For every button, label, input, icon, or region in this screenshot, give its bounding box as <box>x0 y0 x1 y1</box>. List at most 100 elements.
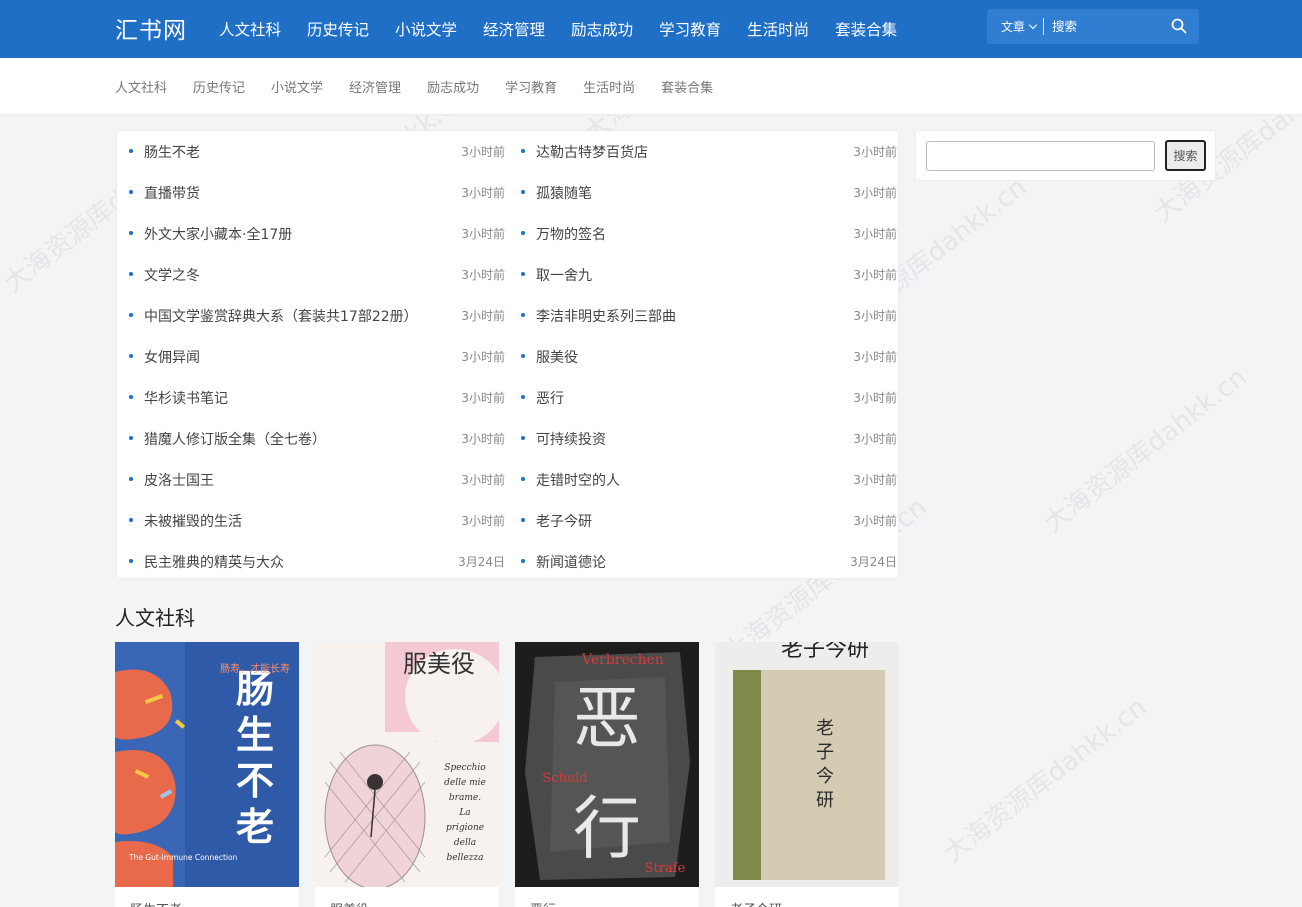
search-icon[interactable] <box>1171 18 1187 34</box>
watermark: 大海资源库dahkk.cn <box>938 692 1153 869</box>
item-title: 新闻道德论 <box>536 554 606 571</box>
subnav-item[interactable]: 学习教育 <box>505 77 557 96</box>
list-item[interactable]: 女佣异闻 3小时前 <box>129 336 505 377</box>
subnav-item[interactable]: 生活时尚 <box>583 77 635 96</box>
item-title: 取一舍九 <box>536 267 592 284</box>
item-time: 3小时前 <box>853 227 897 241</box>
svg-text:老: 老 <box>816 718 834 739</box>
svg-text:La: La <box>458 808 470 818</box>
item-title: 服美役 <box>536 349 578 366</box>
item-time: 3小时前 <box>461 350 505 364</box>
subnav-item[interactable]: 套装合集 <box>661 77 713 96</box>
nav-item[interactable]: 历史传记 <box>307 18 369 40</box>
svg-text:子: 子 <box>816 742 834 763</box>
item-title: 民主雅典的精英与大众 <box>144 554 284 571</box>
watermark: 大海资源库dahkk.cn <box>1038 362 1253 539</box>
list-item[interactable]: 外文大家小藏本·全17册 3小时前 <box>129 213 505 254</box>
nav-item[interactable]: 经济管理 <box>483 18 545 40</box>
list-item[interactable]: 肠生不老 3小时前 <box>129 131 505 172</box>
bullet-icon <box>129 148 133 153</box>
bullet-icon <box>521 476 525 481</box>
bullet-icon <box>129 476 133 481</box>
cover-subtitle: Verbrechen <box>581 652 664 668</box>
list-item[interactable]: 中国文学鉴赏辞典大系（套装共17部22册） 3小时前 <box>129 295 505 336</box>
list-item[interactable]: 走错时空的人 3小时前 <box>521 459 897 500</box>
item-title: 可持续投资 <box>536 431 606 448</box>
list-item[interactable]: 恶行 3小时前 <box>521 377 897 418</box>
latest-list-right: 达勒古特梦百货店 3小时前 孤猿随笔 3小时前 万物的签名 3小时前 取一舍九 3小时前… <box>521 131 897 582</box>
item-time: 3月24日 <box>458 555 505 569</box>
item-time: 3小时前 <box>853 432 897 446</box>
site-logo[interactable]: 汇书网 <box>115 11 187 45</box>
item-time: 3小时前 <box>853 514 897 528</box>
book-cover-image: 肠生不老 肠寿，才能长寿 The Gut-Immune Connection <box>115 642 299 887</box>
svg-text:研: 研 <box>816 790 834 811</box>
subnav-item[interactable]: 励志成功 <box>427 77 479 96</box>
list-item[interactable]: 新闻道德论 3月24日 <box>521 541 897 582</box>
subnav-item[interactable]: 历史传记 <box>193 77 245 96</box>
book-cover-card[interactable]: 服美役 Specchio delle mie brame. La prigion… <box>315 642 499 887</box>
list-item[interactable]: 取一舍九 3小时前 <box>521 254 897 295</box>
bullet-icon <box>129 558 133 563</box>
svg-text:Strafe: Strafe <box>645 861 686 876</box>
item-time: 3小时前 <box>853 309 897 323</box>
svg-text:bellezza: bellezza <box>446 853 483 863</box>
item-time: 3小时前 <box>853 186 897 200</box>
svg-text:Schuld: Schuld <box>542 771 587 786</box>
nav-item[interactable]: 套装合集 <box>835 18 897 40</box>
sidebar-search-button[interactable]: 搜索 <box>1165 140 1206 171</box>
book-cover-card[interactable]: 恶 行 Verbrechen Schuld Strafe <box>515 642 699 887</box>
search-input[interactable] <box>1044 19 1155 34</box>
list-item[interactable]: 直播带货 3小时前 <box>129 172 505 213</box>
subnav-item[interactable]: 小说文学 <box>271 77 323 96</box>
list-item[interactable]: 老子今研 3小时前 <box>521 500 897 541</box>
subnav-item[interactable]: 人文社科 <box>115 77 167 96</box>
item-time: 3小时前 <box>853 268 897 282</box>
item-time: 3小时前 <box>853 145 897 159</box>
book-name[interactable]: 肠生不老 <box>130 899 182 907</box>
sub-navbar: 人文社科 历史传记 小说文学 经济管理 励志成功 学习教育 生活时尚 套装合集 <box>0 58 1302 115</box>
nav-item[interactable]: 生活时尚 <box>747 18 809 40</box>
list-item[interactable]: 华杉读书笔记 3小时前 <box>129 377 505 418</box>
item-title: 肠生不老 <box>144 144 200 161</box>
item-title: 中国文学鉴赏辞典大系（套装共17部22册） <box>144 308 418 325</box>
book-name[interactable]: 恶行 <box>530 899 556 907</box>
nav-item[interactable]: 励志成功 <box>571 18 633 40</box>
list-item[interactable]: 未被摧毁的生活 3小时前 <box>129 500 505 541</box>
item-time: 3小时前 <box>853 350 897 364</box>
search-type-label: 文章 <box>1001 20 1026 34</box>
list-item[interactable]: 服美役 3小时前 <box>521 336 897 377</box>
svg-text:Specchio: Specchio <box>444 763 486 773</box>
book-name[interactable]: 老子今研 <box>730 899 782 907</box>
item-title: 达勒古特梦百货店 <box>536 144 648 161</box>
item-time: 3小时前 <box>461 145 505 159</box>
book-cover-image: 老子今研 老 子 今 研 <box>715 642 899 887</box>
bullet-icon <box>129 189 133 194</box>
bullet-icon <box>521 394 525 399</box>
item-title: 文学之冬 <box>144 267 200 284</box>
list-item[interactable]: 皮洛士国王 3小时前 <box>129 459 505 500</box>
bullet-icon <box>129 394 133 399</box>
list-item[interactable]: 李洁非明史系列三部曲 3小时前 <box>521 295 897 336</box>
list-item[interactable]: 猎魔人修订版全集（全七卷） 3小时前 <box>129 418 505 459</box>
book-cover-card[interactable]: 肠生不老 肠寿，才能长寿 The Gut-Immune Connection <box>115 642 299 887</box>
bullet-icon <box>129 435 133 440</box>
book-name[interactable]: 服美役 <box>330 899 369 907</box>
nav-item[interactable]: 小说文学 <box>395 18 457 40</box>
cover-title: 服美役 <box>403 650 475 678</box>
list-item[interactable]: 达勒古特梦百货店 3小时前 <box>521 131 897 172</box>
item-title: 皮洛士国王 <box>144 472 214 489</box>
search-type-select[interactable]: 文章 <box>987 18 1038 35</box>
cover-title: 老子今研 <box>781 642 869 662</box>
subnav-item[interactable]: 经济管理 <box>349 77 401 96</box>
list-item[interactable]: 可持续投资 3小时前 <box>521 418 897 459</box>
list-item[interactable]: 民主雅典的精英与大众 3月24日 <box>129 541 505 582</box>
list-item[interactable]: 孤猿随笔 3小时前 <box>521 172 897 213</box>
list-item[interactable]: 文学之冬 3小时前 <box>129 254 505 295</box>
book-cover-card[interactable]: 老子今研 老 子 今 研 <box>715 642 899 887</box>
nav-item[interactable]: 学习教育 <box>659 18 721 40</box>
item-time: 3小时前 <box>461 186 505 200</box>
nav-item[interactable]: 人文社科 <box>219 18 281 40</box>
sidebar-search-input[interactable] <box>926 141 1155 171</box>
list-item[interactable]: 万物的签名 3小时前 <box>521 213 897 254</box>
